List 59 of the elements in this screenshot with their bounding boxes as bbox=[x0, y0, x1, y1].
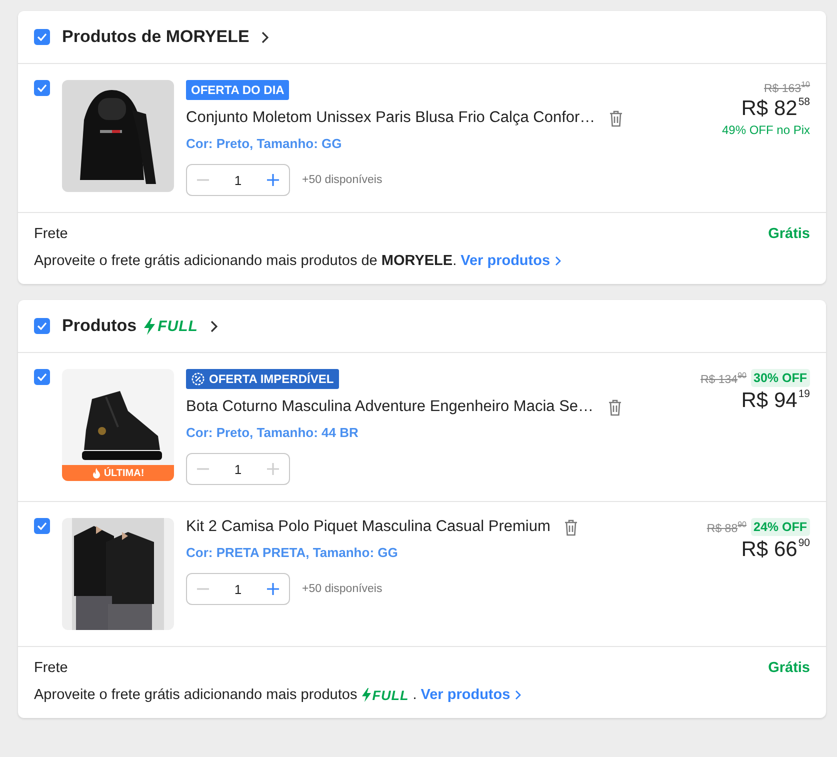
full-label: FULL bbox=[158, 318, 198, 334]
chevron-icon bbox=[515, 690, 522, 700]
discount-tag: 30% OFF bbox=[750, 369, 810, 387]
plus-icon bbox=[266, 173, 280, 187]
product-name[interactable]: Conjunto Moletom Unissex Paris Blusa Frio Calça Confor… bbox=[186, 109, 596, 127]
fire-icon bbox=[92, 468, 101, 478]
see-products-link[interactable]: Ver produtos bbox=[460, 253, 562, 269]
delete-button[interactable] bbox=[609, 110, 624, 126]
message-end: . bbox=[412, 687, 417, 703]
offer-badge: OFERTA DO DIA bbox=[186, 80, 290, 100]
section-checkbox[interactable] bbox=[34, 318, 50, 334]
trash-icon bbox=[609, 110, 624, 126]
check-icon bbox=[37, 84, 47, 92]
shipping-message: Aproveite o frete grátis adicionando mais produtos bbox=[34, 687, 358, 703]
item-checkbox[interactable] bbox=[34, 369, 50, 385]
check-icon bbox=[37, 322, 47, 330]
full-label: FULL bbox=[372, 688, 409, 702]
item-checkbox[interactable] bbox=[34, 518, 50, 534]
trash-icon bbox=[564, 518, 578, 536]
quantity-value: 1 bbox=[234, 462, 242, 476]
section-title[interactable]: Produtos de MORYELE bbox=[62, 27, 250, 47]
item-checkbox[interactable] bbox=[34, 80, 50, 96]
quantity-value: 1 bbox=[234, 582, 242, 596]
chevron-icon[interactable] bbox=[261, 30, 270, 44]
stock-note: +50 disponíveis bbox=[302, 583, 382, 595]
lightning-icon bbox=[361, 688, 372, 702]
shipping-value: Grátis bbox=[768, 226, 810, 242]
trash-icon bbox=[608, 398, 622, 416]
plus-icon bbox=[266, 582, 280, 596]
shipping-label: Frete bbox=[34, 226, 68, 242]
plus-icon bbox=[266, 462, 280, 476]
current-price: R$ 66$^{90}$ bbox=[741, 538, 810, 562]
product-name[interactable]: Kit 2 Camisa Polo Piquet Masculina Casual Premium bbox=[186, 518, 550, 536]
section-checkbox[interactable] bbox=[34, 29, 50, 45]
current-price: R$ 94$^{19}$ bbox=[741, 389, 810, 413]
product-variant: Cor: Preto, Tamanho: 44 BR bbox=[186, 425, 360, 440]
stock-ribbon: ÚLTIMA! bbox=[62, 465, 174, 481]
section-title[interactable]: Produtos bbox=[62, 316, 137, 336]
shipping-message: Aproveite o frete grátis adicionando mais produtos de MORYELE. bbox=[34, 253, 457, 269]
stock-note: +50 disponíveis bbox=[302, 174, 382, 186]
delete-button[interactable] bbox=[564, 518, 578, 536]
check-icon bbox=[37, 522, 47, 530]
lightning-icon bbox=[142, 318, 156, 334]
product-variant: Cor: Preto, Tamanho: GG bbox=[186, 136, 343, 151]
chevron-icon bbox=[555, 256, 562, 266]
check-icon bbox=[37, 33, 47, 41]
check-icon bbox=[37, 373, 47, 381]
offer-badge: OFERTA IMPERDÍVEL bbox=[186, 369, 339, 389]
product-variant: Cor: PRETA PRETA, Tamanho: GG bbox=[186, 545, 399, 560]
shipping-label: Frete bbox=[34, 660, 68, 676]
shipping-value: Grátis bbox=[768, 660, 810, 676]
discount-note: 49% OFF no Pix bbox=[722, 122, 810, 137]
product-name[interactable]: Bota Coturno Masculina Adventure Engenheiro Macia Se… bbox=[186, 398, 594, 416]
chevron-icon[interactable] bbox=[210, 320, 218, 332]
quantity-value: 1 bbox=[234, 172, 242, 188]
current-price: R$ 82$^{58}$ bbox=[741, 96, 810, 121]
delete-button[interactable] bbox=[608, 398, 622, 416]
discount-tag: 24% OFF bbox=[750, 518, 810, 536]
see-products-link[interactable]: Ver produtos bbox=[420, 687, 522, 703]
